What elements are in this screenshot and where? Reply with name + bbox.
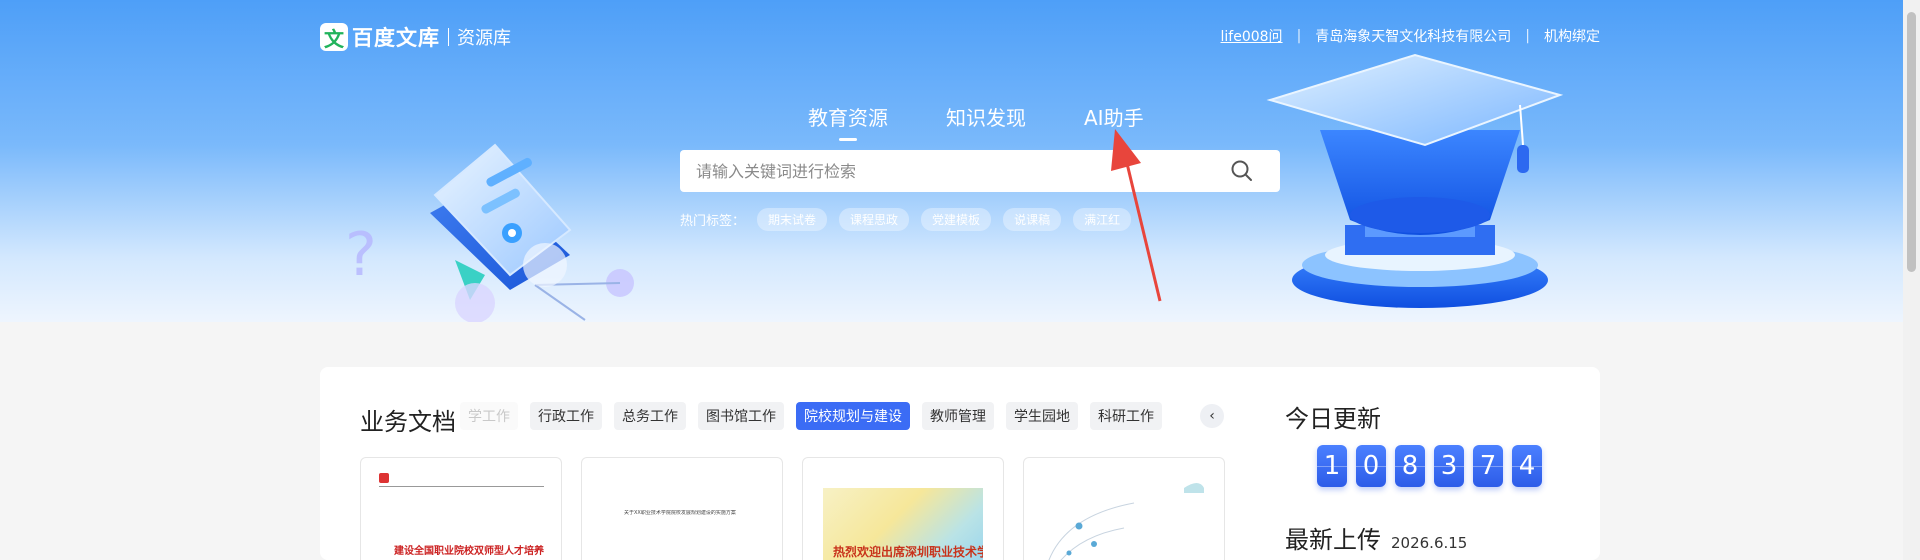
category-tab[interactable]: 教师管理 <box>922 402 994 430</box>
category-tab[interactable]: 行政工作 <box>530 402 602 430</box>
category-tab[interactable]: 学生园地 <box>1006 402 1078 430</box>
hot-tags-label: 热门标签： <box>680 214 746 229</box>
content-panel: 业务文档 学工作 行政工作 总务工作 图书馆工作 院校规划与建设 教师管理 学生… <box>320 367 1600 560</box>
brand-name: 百度文库 <box>352 26 440 50</box>
card-headline: 关于XX职业技术学院院校发展规划建设的实施方案 <box>624 510 736 516</box>
document-card[interactable]: 热烈欢迎出席深圳职业技术学院 <box>802 457 1004 560</box>
card-headline: 热烈欢迎出席深圳职业技术学院 <box>833 545 983 559</box>
hot-tag[interactable]: 课程思政 <box>839 208 910 231</box>
logo[interactable]: 文 百度文库 资源库 <box>320 22 511 52</box>
today-updates-title: 今日更新 <box>1285 405 1381 433</box>
poster-thumbnail: 热烈欢迎出席深圳职业技术学院 <box>823 488 983 560</box>
document-illustration: ? <box>345 143 634 322</box>
annotation-arrow-icon <box>1111 129 1162 302</box>
section-title-business-docs: 业务文档 <box>360 408 456 436</box>
update-counter: 1 0 8 3 7 4 <box>1317 445 1551 487</box>
svg-text:?: ? <box>345 220 377 290</box>
document-card[interactable] <box>1023 457 1225 560</box>
organization-name[interactable]: 青岛海象天智文化科技有限公司 <box>1315 26 1511 46</box>
page-scrollbar[interactable] <box>1903 0 1920 560</box>
latest-uploads-header: 最新上传 2026.6.15 <box>1285 520 1467 555</box>
latest-uploads-title: 最新上传 <box>1285 526 1381 554</box>
tab-education-resources[interactable]: 教育资源 <box>808 102 888 141</box>
bind-organization-link[interactable]: 机构绑定 <box>1544 26 1600 46</box>
separator: | <box>1296 28 1302 44</box>
separator: | <box>1525 28 1530 44</box>
hero-banner: ? 文 百度文库 资源库 life008问 | 青岛海象天智文化科技有限公司 | <box>0 0 1920 322</box>
search-box <box>680 150 1280 192</box>
category-tab-active[interactable]: 院校规划与建设 <box>796 402 910 430</box>
category-tab[interactable]: 总务工作 <box>614 402 686 430</box>
latest-uploads-date: 2026.6.15 <box>1391 534 1468 552</box>
counter-digit: 7 <box>1473 445 1503 487</box>
chevron-left-icon[interactable]: ‹ <box>1200 404 1224 428</box>
site-subtitle: 资源库 <box>457 28 511 49</box>
counter-digit: 1 <box>1317 445 1347 487</box>
logo-divider <box>448 28 449 46</box>
card-headline: 建设全国职业院校双师型人才培养基地 <box>394 546 544 557</box>
tab-knowledge-discovery[interactable]: 知识发现 <box>946 102 1026 131</box>
counter-digit: 8 <box>1395 445 1425 487</box>
search-icon[interactable] <box>1222 151 1262 191</box>
wenku-logo-icon: 文 <box>320 23 348 51</box>
hot-tag[interactable]: 说课稿 <box>1003 208 1062 231</box>
category-tab[interactable]: 学工作 <box>460 402 518 430</box>
counter-digit: 4 <box>1512 445 1542 487</box>
counter-digit: 0 <box>1356 445 1386 487</box>
username-link[interactable]: life008问 <box>1221 26 1283 46</box>
category-tab[interactable]: 科研工作 <box>1090 402 1162 430</box>
scrollbar-thumb[interactable] <box>1907 12 1916 272</box>
document-cards: 建设全国职业院校双师型人才培养基地 关于XX职业技术学院院校发展规划建设的实施方… <box>360 457 1244 560</box>
hot-tag[interactable]: 期末试卷 <box>757 208 828 231</box>
document-card[interactable]: 建设全国职业院校双师型人才培养基地 <box>360 457 562 560</box>
category-tabs: 学工作 行政工作 总务工作 图书馆工作 院校规划与建设 教师管理 学生园地 科研… <box>460 402 1174 430</box>
document-card[interactable]: 关于XX职业技术学院院校发展规划建设的实施方案 <box>581 457 783 560</box>
hot-tags: 热门标签： 期末试卷 课程思政 党建模板 说课稿 满江红 <box>680 208 1132 231</box>
hot-tag[interactable]: 党建模板 <box>921 208 992 231</box>
graduation-cap-illustration <box>1266 53 1564 308</box>
category-tab[interactable]: 图书馆工作 <box>698 402 784 430</box>
top-account-bar: life008问 | 青岛海象天智文化科技有限公司 | 机构绑定 <box>1221 26 1600 46</box>
document-thumbnail: 建设全国职业院校双师型人才培养基地 <box>379 473 544 560</box>
counter-digit: 3 <box>1434 445 1464 487</box>
diagram-thumbnail <box>1048 483 1204 560</box>
